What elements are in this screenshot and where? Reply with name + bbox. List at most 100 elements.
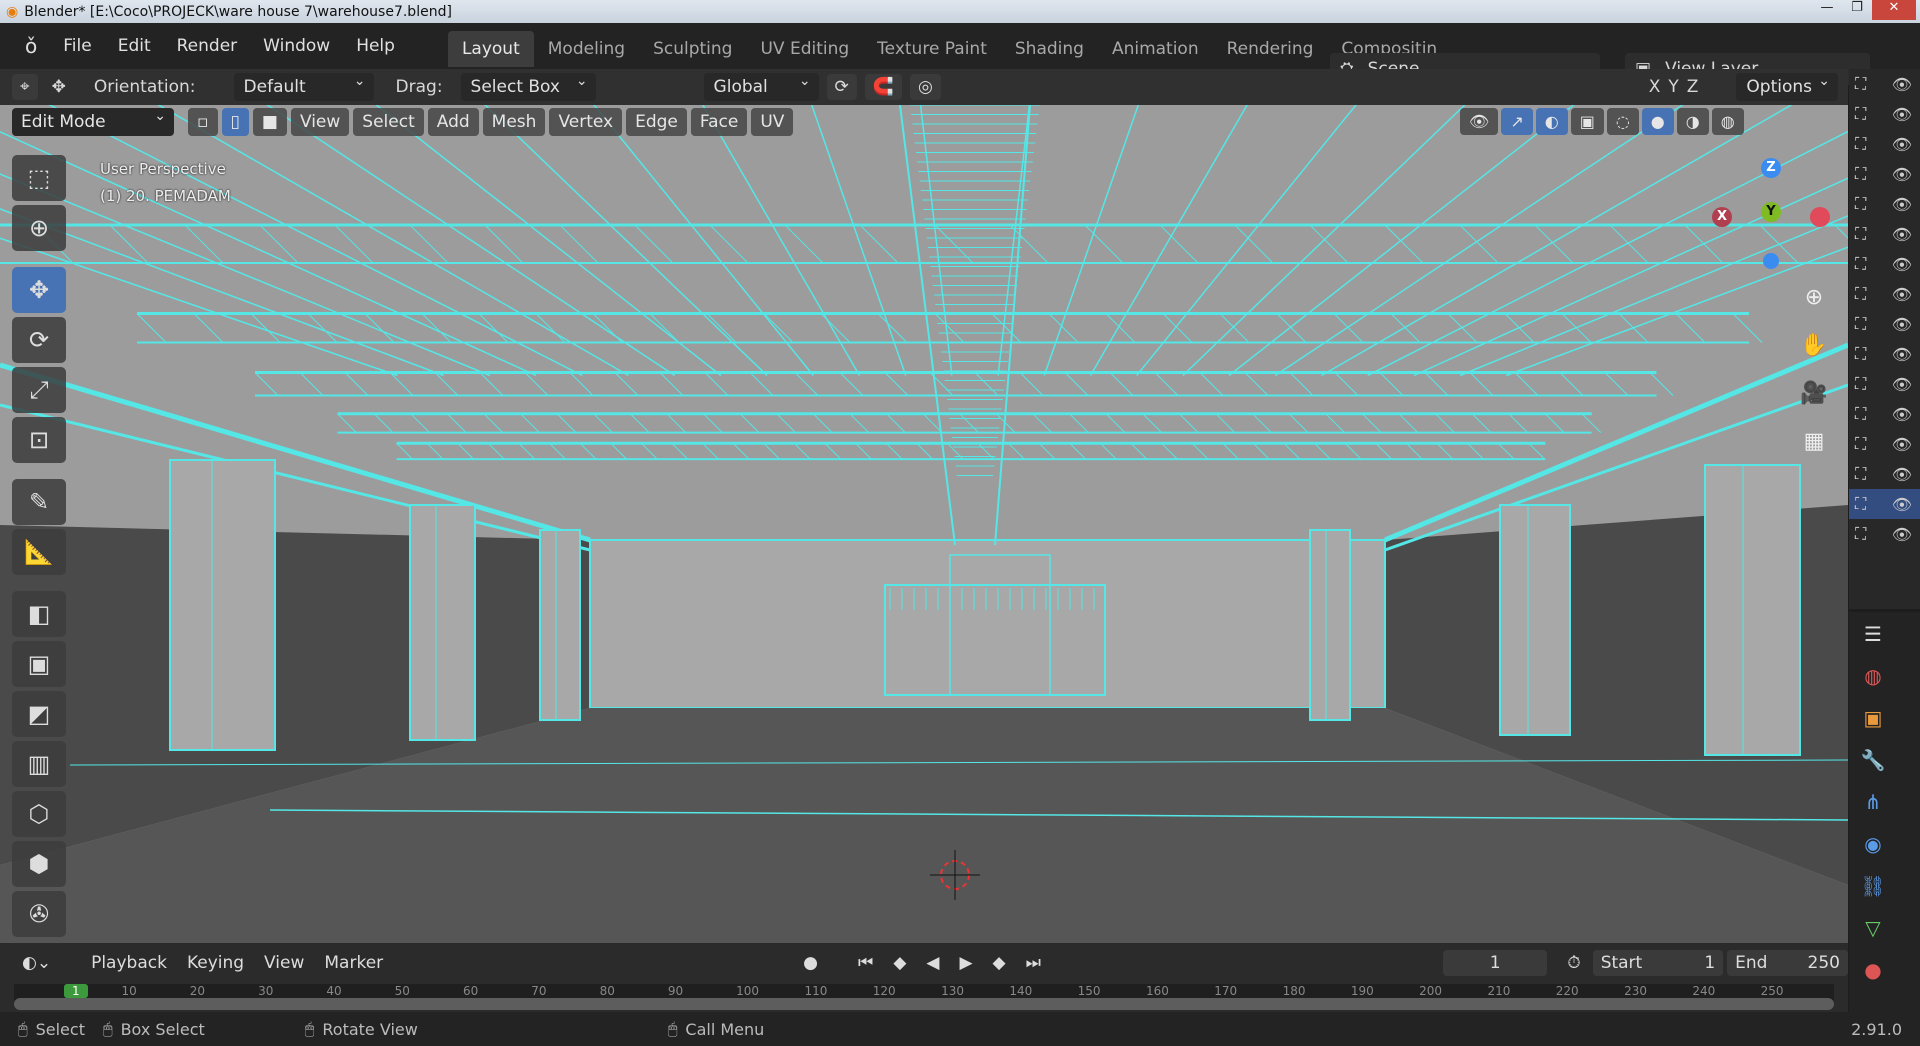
eye-visibility-icon[interactable]: 👁 xyxy=(1892,465,1912,484)
outliner-row[interactable]: ⛶ 👁 xyxy=(1849,69,1920,99)
object-properties-icon[interactable]: ▣ xyxy=(1853,698,1893,738)
menu-render[interactable]: Render xyxy=(164,36,251,56)
playback-menu[interactable]: Playback xyxy=(83,949,175,977)
mirror-z[interactable]: Z xyxy=(1687,77,1699,97)
editor-type-clock-icon[interactable]: ◐⌄ xyxy=(14,949,59,977)
scale-tool-icon[interactable]: ⤢ xyxy=(12,367,66,413)
blender-menu-icon[interactable]: ǒ xyxy=(12,34,50,58)
next-keyframe-icon[interactable]: ◆ xyxy=(985,949,1014,977)
eye-visibility-icon[interactable]: 👁 xyxy=(1892,165,1912,184)
tab-texture-paint[interactable]: Texture Paint xyxy=(863,31,1001,67)
outliner-row[interactable]: ⛶ 👁 xyxy=(1849,279,1920,309)
overlay-toggle-icon[interactable]: ◐ xyxy=(1535,108,1568,135)
poly-build-tool-icon[interactable]: ⬢ xyxy=(12,841,66,887)
select-box-tool-icon[interactable]: ⬚ xyxy=(12,155,66,201)
annotate-tool-icon[interactable]: ✎ xyxy=(12,479,66,525)
move-gizmo-icon[interactable]: ✥ xyxy=(52,77,66,97)
pivot-point-icon[interactable]: ⟳ xyxy=(826,74,857,100)
rendered-shading-icon[interactable]: ◍ xyxy=(1711,108,1744,135)
menu-edge[interactable]: Edge xyxy=(626,108,687,136)
wireframe-shading-icon[interactable]: ◌ xyxy=(1606,108,1639,135)
eye-visibility-icon[interactable]: 👁 xyxy=(1892,435,1912,454)
maximize-button[interactable]: ❐ xyxy=(1842,0,1872,20)
cursor-tool-icon[interactable]: ⊕ xyxy=(12,205,66,251)
menu-vertex[interactable]: Vertex xyxy=(549,108,623,136)
menu-face[interactable]: Face xyxy=(690,108,748,136)
mirror-x[interactable]: X xyxy=(1649,77,1661,97)
vertex-select-icon[interactable]: ▫ xyxy=(188,108,218,136)
bevel-tool-icon[interactable]: ◩ xyxy=(12,691,66,737)
view-menu[interactable]: View xyxy=(256,949,312,977)
outliner-row[interactable]: ⛶ 👁 xyxy=(1849,159,1920,189)
eye-visibility-icon[interactable]: 👁 xyxy=(1892,525,1912,544)
extrude-tool-icon[interactable]: ◧ xyxy=(12,591,66,637)
edge-select-icon[interactable]: ▯ xyxy=(221,108,249,136)
menu-edit[interactable]: Edit xyxy=(105,36,164,56)
eye-visibility-icon[interactable]: 👁 xyxy=(1892,495,1912,514)
eye-visibility-icon[interactable]: 👁 xyxy=(1892,195,1912,214)
eye-visibility-icon[interactable]: 👁 xyxy=(1892,225,1912,244)
transform-tool-icon[interactable]: ⊡ xyxy=(12,417,66,463)
prev-keyframe-icon[interactable]: ◆ xyxy=(885,949,914,977)
scene-properties-icon[interactable]: ◍ xyxy=(1853,656,1893,696)
mode-dropdown[interactable]: Edit Mode xyxy=(12,108,174,136)
eye-visibility-icon[interactable]: 👁 xyxy=(1892,375,1912,394)
gizmo-z-axis[interactable]: Z xyxy=(1761,158,1781,178)
menu-view[interactable]: View xyxy=(290,108,350,136)
face-select-icon[interactable]: ■ xyxy=(252,108,287,136)
gizmo-x-axis[interactable]: X xyxy=(1712,207,1732,227)
editor-type-icon[interactable]: ☰ xyxy=(1853,614,1893,654)
measure-tool-icon[interactable]: 📐 xyxy=(12,529,66,575)
outliner-row[interactable]: ⛶ 👁 xyxy=(1849,189,1920,219)
spin-tool-icon[interactable]: ✇ xyxy=(12,891,66,937)
constraints-properties-icon[interactable]: ⛓ xyxy=(1853,866,1893,906)
gizmo-neg-x-axis[interactable] xyxy=(1810,207,1830,227)
material-properties-icon[interactable]: ● xyxy=(1853,950,1893,990)
tab-animation[interactable]: Animation xyxy=(1098,31,1213,67)
tab-layout[interactable]: Layout xyxy=(447,31,534,67)
tab-modeling[interactable]: Modeling xyxy=(534,31,639,67)
timeline-scrollbar[interactable] xyxy=(14,998,1834,1010)
gizmo-toggle-icon[interactable]: ↗ xyxy=(1501,108,1533,135)
3d-viewport[interactable] xyxy=(0,105,1848,943)
outliner-row[interactable]: ⛶ 👁 xyxy=(1849,459,1920,489)
gizmo-y-axis[interactable]: Y xyxy=(1761,202,1781,222)
xray-toggle-icon[interactable]: ▣ xyxy=(1570,108,1604,135)
outliner-row[interactable]: ⛶ 👁 xyxy=(1849,429,1920,459)
tab-uv-editing[interactable]: UV Editing xyxy=(746,31,863,67)
data-properties-icon[interactable]: ▽ xyxy=(1853,908,1893,948)
mirror-y[interactable]: Y xyxy=(1668,77,1678,97)
camera-view-icon[interactable]: 🎥 xyxy=(1796,376,1832,412)
play-reverse-icon[interactable]: ◀ xyxy=(918,949,947,977)
drag-dropdown[interactable]: Select Box xyxy=(460,73,596,101)
modifier-properties-icon[interactable]: 🔧 xyxy=(1853,740,1893,780)
close-button[interactable]: ✕ xyxy=(1872,0,1916,20)
snap-icon[interactable]: 🧲 xyxy=(864,74,902,100)
loop-cut-tool-icon[interactable]: ▥ xyxy=(12,741,66,787)
play-icon[interactable]: ▶ xyxy=(951,949,980,977)
outliner-row[interactable]: ⛶ 👁 xyxy=(1849,339,1920,369)
rotate-tool-icon[interactable]: ⟳ xyxy=(12,317,66,363)
jump-end-icon[interactable]: ⏭ xyxy=(1018,949,1049,977)
end-frame-field[interactable]: End 250 xyxy=(1727,950,1848,976)
menu-help[interactable]: Help xyxy=(343,36,408,56)
ortho-grid-icon[interactable]: ▦ xyxy=(1796,424,1832,460)
orientation-dropdown[interactable]: Default xyxy=(233,73,374,101)
transform-orientation-dropdown[interactable]: Global xyxy=(703,73,819,101)
eye-visibility-icon[interactable]: 👁 xyxy=(1892,345,1912,364)
outliner-row[interactable]: ⛶ 👁 xyxy=(1849,309,1920,339)
tab-rendering[interactable]: Rendering xyxy=(1213,31,1328,67)
zoom-icon[interactable]: ⊕ xyxy=(1796,280,1832,316)
pan-hand-icon[interactable]: ✋ xyxy=(1796,328,1832,364)
transform-pivot-icon[interactable]: ⌖ xyxy=(12,74,38,100)
eye-visibility-icon[interactable]: 👁 xyxy=(1892,285,1912,304)
inset-tool-icon[interactable]: ▣ xyxy=(12,641,66,687)
outliner-row[interactable]: ⛶ 👁 xyxy=(1849,519,1920,549)
menu-select[interactable]: Select xyxy=(353,108,424,136)
menu-window[interactable]: Window xyxy=(250,36,343,56)
preview-range-icon[interactable]: ⏱ xyxy=(1559,949,1588,977)
knife-tool-icon[interactable]: ⬡ xyxy=(12,791,66,837)
navigation-gizmo[interactable]: Z Y X xyxy=(1700,155,1840,275)
minimize-button[interactable]: — xyxy=(1812,0,1842,20)
material-shading-icon[interactable]: ◑ xyxy=(1676,108,1709,135)
